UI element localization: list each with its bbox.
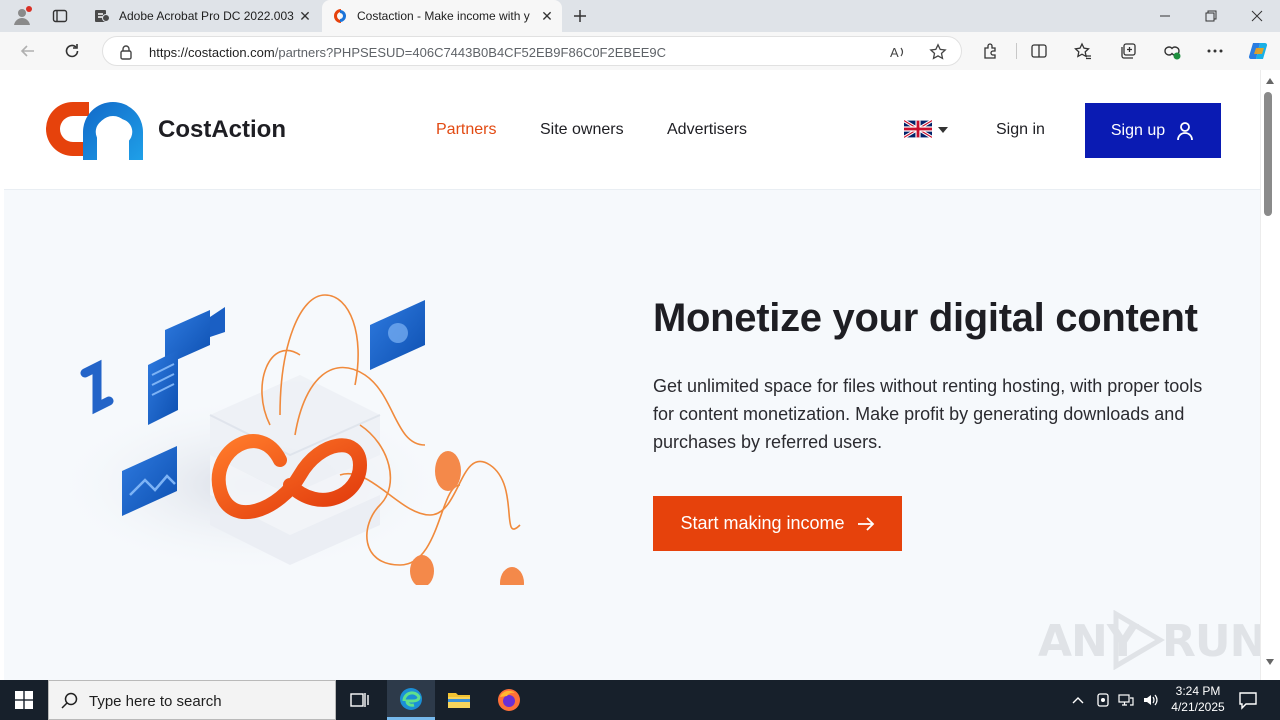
more-options-icon[interactable] (1205, 41, 1225, 61)
toolbar-divider (1016, 43, 1017, 59)
nav-advertisers[interactable]: Advertisers (667, 121, 747, 139)
nav-partners[interactable]: Partners (436, 121, 496, 139)
arrow-right-icon (857, 516, 874, 531)
costaction-logo[interactable] (45, 99, 145, 163)
music-disc-icon (370, 300, 425, 370)
uk-flag-icon[interactable] (904, 120, 932, 138)
costaction-favicon (334, 9, 346, 23)
restore-button[interactable] (1188, 0, 1234, 32)
firefox-icon[interactable] (485, 680, 533, 720)
clock-date: 4/21/2025 (1171, 700, 1225, 714)
copilot-icon[interactable] (1246, 39, 1270, 63)
show-hidden-icons-chevron-icon[interactable] (1070, 692, 1086, 708)
security-tray-icon[interactable] (1095, 692, 1111, 708)
scroll-up-icon[interactable] (1266, 78, 1274, 84)
lock-icon[interactable] (118, 44, 134, 60)
tab-actions-icon[interactable] (46, 4, 74, 28)
extensions-icon[interactable] (981, 41, 1001, 61)
user-icon (1177, 121, 1194, 140)
close-tab-icon[interactable]: ✕ (294, 5, 316, 27)
new-tab-button[interactable] (566, 4, 594, 28)
start-button[interactable] (0, 680, 48, 720)
tab-costaction[interactable]: Costaction - Make income with y ✕ (322, 0, 562, 32)
minimize-button[interactable] (1142, 0, 1188, 32)
network-icon[interactable] (1118, 692, 1134, 708)
clock-time: 3:24 PM (1175, 684, 1221, 698)
windows-taskbar: Type here to search 3:24 PM 4/21/2025 (0, 680, 1280, 720)
favorites-icon[interactable] (1073, 41, 1093, 61)
windows-logo-icon (15, 691, 33, 709)
read-aloud-icon[interactable]: A (889, 43, 907, 61)
task-view-icon[interactable] (336, 680, 384, 720)
close-tab-icon[interactable]: ✕ (536, 5, 558, 27)
anyrun-watermark: ANY RUN (1038, 610, 1260, 670)
notifications-icon[interactable] (1238, 690, 1258, 710)
url-text[interactable]: https://costaction.com/partners?PHPSESUD… (149, 45, 666, 60)
tab-title: Adobe Acrobat Pro DC 2022.003. (119, 9, 294, 23)
system-clock[interactable]: 3:24 PM 4/21/2025 (1160, 683, 1236, 715)
watermark-right: RUN (1162, 616, 1260, 667)
tab-title: Costaction - Make income with y (357, 9, 530, 23)
back-button[interactable] (14, 37, 42, 65)
acrobat-setup-icon (95, 10, 110, 22)
play-logo-icon (1113, 610, 1165, 670)
sign-in-link[interactable]: Sign in (996, 121, 1045, 139)
address-bar[interactable]: https://costaction.com/partners?PHPSESUD… (102, 36, 962, 66)
sign-up-label: Sign up (1110, 121, 1166, 139)
scrollbar-thumb[interactable] (1264, 92, 1272, 216)
start-making-income-button[interactable]: Start making income (653, 496, 902, 551)
file-explorer-icon[interactable] (435, 680, 483, 720)
web-page: CostAction Partners Site owners Advertis… (4, 70, 1260, 680)
site-header: CostAction Partners Site owners Advertis… (4, 70, 1260, 190)
url-path: /partners?PHPSESUD=406C7443B0B4CF52EB9F8… (274, 45, 667, 60)
refresh-button[interactable] (58, 37, 86, 65)
search-placeholder: Type here to search (89, 693, 222, 710)
taskbar-search-box[interactable]: Type here to search (48, 680, 336, 720)
split-screen-icon[interactable] (1029, 41, 1049, 61)
browser-toolbar: https://costaction.com/partners?PHPSESUD… (0, 32, 1280, 70)
url-domain: https://costaction.com (149, 45, 275, 60)
scroll-down-icon[interactable] (1266, 659, 1274, 665)
browser-essentials-icon[interactable] (1162, 41, 1182, 61)
brand-name: CostAction (158, 116, 286, 143)
hero-illustration (50, 294, 524, 585)
screen: Adobe Acrobat Pro DC 2022.003. ✕ Costact… (0, 0, 1280, 720)
language-dropdown-icon[interactable] (938, 127, 948, 133)
music-note-icon (80, 359, 114, 415)
tab-adobe-acrobat[interactable]: Adobe Acrobat Pro DC 2022.003. ✕ (84, 0, 320, 32)
hero-description: Get unlimited space for files without re… (653, 376, 1203, 452)
profile-icon[interactable] (8, 4, 36, 28)
collections-icon[interactable] (1118, 41, 1138, 61)
nav-site-owners[interactable]: Site owners (540, 121, 624, 139)
svg-text:A: A (890, 45, 899, 60)
volume-icon[interactable] (1142, 692, 1158, 708)
search-icon (61, 692, 78, 709)
favorite-star-icon[interactable] (929, 43, 947, 61)
edge-taskbar-icon[interactable] (387, 680, 435, 720)
sign-up-button[interactable]: Sign up (1085, 103, 1221, 158)
close-window-button[interactable] (1234, 0, 1280, 32)
hero-title: Monetize your digital content (653, 296, 1198, 340)
browser-tab-strip: Adobe Acrobat Pro DC 2022.003. ✕ Costact… (0, 0, 1280, 32)
cta-label: Start making income (680, 513, 845, 533)
